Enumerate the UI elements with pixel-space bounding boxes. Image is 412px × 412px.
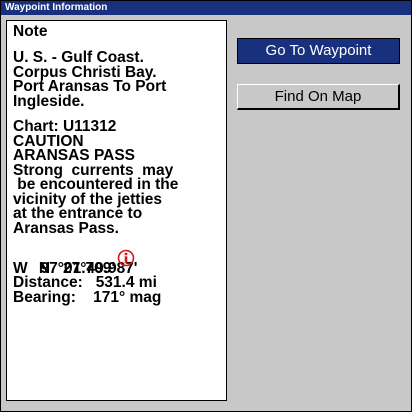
find-on-map-button[interactable]: Find On Map: [237, 84, 400, 110]
note-panel[interactable]: Note U. S. - Gulf Coast. Corpus Christi …: [6, 20, 227, 401]
go-to-waypoint-button[interactable]: Go To Waypoint: [237, 38, 400, 64]
note-heading: Note: [13, 23, 48, 40]
latitude-row: N 27°49.987': [13, 247, 226, 276]
note-chart-line: Aransas Pass.: [13, 219, 119, 237]
window-title: Waypoint Information: [1, 1, 411, 15]
bearing-value: Bearing: 171° mag: [13, 288, 162, 306]
waypoint-information-window: Waypoint Information Note U. S. - Gulf C…: [0, 0, 412, 412]
note-location-line: Ingleside.: [13, 92, 85, 110]
info-icon: [117, 249, 135, 267]
